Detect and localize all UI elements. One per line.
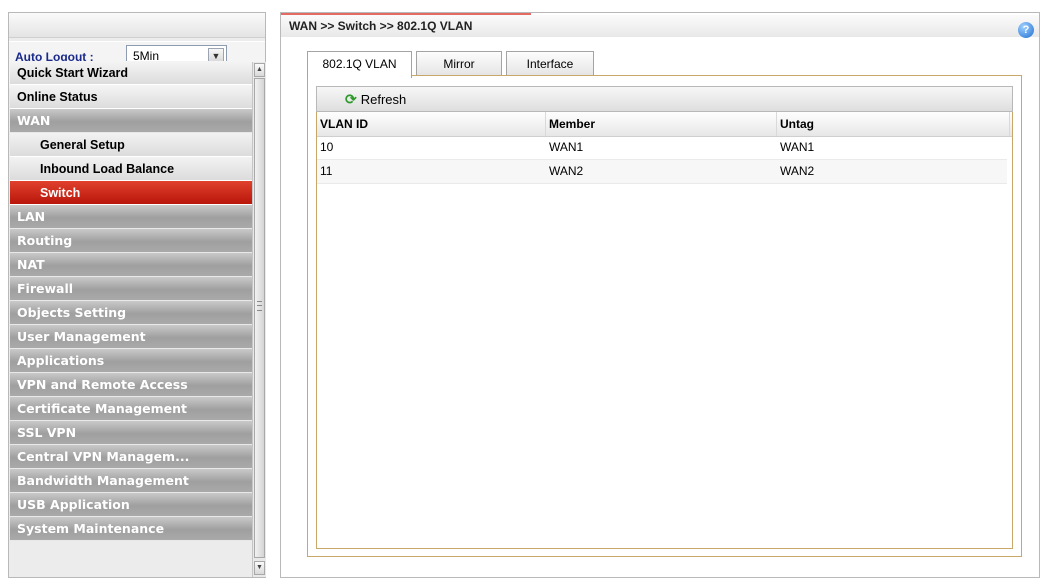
column-header-untag[interactable]: Untag — [777, 112, 1010, 136]
sidebar-item-system-maintenance[interactable]: System Maintenance — [10, 517, 252, 541]
sidebar-item-objects-setting[interactable]: Objects Setting — [10, 301, 252, 325]
grip-icon — [257, 301, 262, 311]
sidebar-item-online-status[interactable]: Online Status — [10, 85, 252, 109]
cell-vlan-id: 11 — [320, 164, 333, 178]
sidebar-item-nat[interactable]: NAT — [10, 253, 252, 277]
sidebar-menu: Quick Start Wizard Online Status WAN Gen… — [10, 61, 252, 541]
tab-interface[interactable]: Interface — [506, 51, 594, 76]
refresh-button[interactable]: ⟳ Refresh — [345, 90, 406, 108]
scrollbar-thumb[interactable] — [254, 78, 265, 558]
table-row[interactable]: 11 WAN2 WAN2 — [317, 160, 1007, 184]
cell-member: WAN1 — [549, 140, 584, 154]
grid-toolbar: ⟳ Refresh — [316, 86, 1013, 112]
sidebar-item-routing[interactable]: Routing — [10, 229, 252, 253]
sidebar-item-certificate-management[interactable]: Certificate Management — [10, 397, 252, 421]
sidebar-item-applications[interactable]: Applications — [10, 349, 252, 373]
sidebar-item-general-setup[interactable]: General Setup — [10, 133, 252, 157]
sidebar-item-quick-start-wizard[interactable]: Quick Start Wizard — [10, 61, 252, 85]
sidebar-item-inbound-load-balance[interactable]: Inbound Load Balance — [10, 157, 252, 181]
column-header-member[interactable]: Member — [546, 112, 777, 136]
tab-802-1q-vlan[interactable]: 802.1Q VLAN — [307, 51, 412, 78]
column-header-vlan-id[interactable]: VLAN ID — [317, 112, 546, 136]
sidebar-item-vpn-remote-access[interactable]: VPN and Remote Access — [10, 373, 252, 397]
main-panel: WAN >> Switch >> 802.1Q VLAN ? 802.1Q VL… — [280, 12, 1040, 578]
cell-untag: WAN1 — [780, 140, 815, 154]
sidebar-item-wan[interactable]: WAN — [10, 109, 252, 133]
sidebar-item-firewall[interactable]: Firewall — [10, 277, 252, 301]
content-box: ⟳ Refresh VLAN ID Member Untag 10 WAN1 WA… — [307, 75, 1022, 557]
sidebar-item-bandwidth-management[interactable]: Bandwidth Management — [10, 469, 252, 493]
scroll-up-icon[interactable]: ▲ — [254, 63, 265, 77]
sidebar-item-usb-application[interactable]: USB Application — [10, 493, 252, 517]
sidebar: Auto Logout : 5Min ▼ Quick Start Wizard … — [8, 12, 266, 578]
cell-untag: WAN2 — [780, 164, 815, 178]
sidebar-item-lan[interactable]: LAN — [10, 205, 252, 229]
refresh-icon: ⟳ — [345, 91, 357, 107]
cell-vlan-id: 10 — [320, 140, 334, 154]
cell-member: WAN2 — [549, 164, 584, 178]
sidebar-item-ssl-vpn[interactable]: SSL VPN — [10, 421, 252, 445]
help-icon[interactable]: ? — [1018, 22, 1034, 38]
vlan-table: VLAN ID Member Untag 10 WAN1 WAN1 11 WAN… — [316, 112, 1013, 549]
sidebar-item-switch[interactable]: Switch — [10, 181, 252, 205]
breadcrumb: WAN >> Switch >> 802.1Q VLAN — [289, 19, 473, 33]
scroll-down-icon[interactable]: ▼ — [254, 561, 265, 575]
sidebar-scrollbar[interactable]: ▲ ▼ — [252, 62, 266, 577]
tab-mirror[interactable]: Mirror — [416, 51, 502, 76]
refresh-label: Refresh — [360, 92, 407, 107]
sidebar-item-central-vpn-management[interactable]: Central VPN Managem... — [10, 445, 252, 469]
table-row[interactable]: 10 WAN1 WAN1 — [317, 136, 1007, 160]
table-header: VLAN ID Member Untag — [317, 112, 1012, 137]
sidebar-item-user-management[interactable]: User Management — [10, 325, 252, 349]
sidebar-top-bar — [9, 13, 265, 38]
breadcrumb-bar: WAN >> Switch >> 802.1Q VLAN — [281, 15, 1039, 37]
